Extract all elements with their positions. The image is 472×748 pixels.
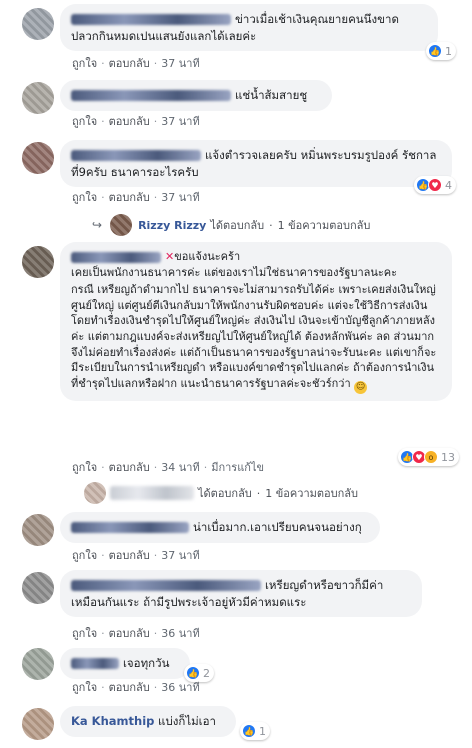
like-link[interactable]: ถูกใจ [72,115,97,128]
timestamp[interactable]: 37 นาที [161,115,199,128]
reply-link[interactable]: ตอบกลับ [109,549,150,562]
comment-actions: ถูกใจ · ตอบกลับ · 36 นาที [72,681,200,694]
commenter-name-blurred[interactable] [71,90,231,101]
x-mark-icon: ✕ [165,250,175,263]
timestamp[interactable]: 37 นาที [161,191,199,204]
avatar[interactable] [22,708,54,740]
comment-text: น่าเบื่อมาก.เอาเปรียบคนจนอย่างกุ [193,520,362,534]
reply-avatar [84,482,106,504]
comment-bubble: แช่น้ำส้มสายชู [60,80,332,111]
reply-arrow-icon: ↪ [92,218,103,232]
reply-link[interactable]: ตอบกลับ [109,191,150,204]
avatar[interactable] [22,246,54,278]
love-reaction-icon: ♥ [428,178,442,192]
reaction-count: 13 [441,450,455,464]
timestamp[interactable]: 36 นาที [161,681,199,694]
reply-avatar [110,214,133,236]
comment-actions: ถูกใจ · ตอบกลับ · 37 นาที [72,191,200,204]
reply-author-name-blurred[interactable] [110,486,194,500]
like-link[interactable]: ถูกใจ [72,57,97,70]
commenter-name[interactable]: Ka Khamthip [71,714,154,728]
comment-bubble: เจอทุกวัน [60,648,190,679]
comment-actions: ถูกใจ · ตอบกลับ · 37 นาที [72,57,200,70]
comment-bubble: Ka Khamthip แบ่งก็ไม่เอา [60,706,236,737]
reply-link[interactable]: ตอบกลับ [109,681,150,694]
edited-label[interactable]: มีการแก้ไข [211,461,264,474]
commenter-name-blurred[interactable] [71,658,119,669]
like-reaction-icon: 👍 [428,44,442,58]
comment-text-body: กรณี เหรียญถ้าดำมากไป ธนาคารจะไม่สามารถร… [71,283,437,390]
reply-count: 1 ข้อความตอบกลับ [265,487,358,500]
comment-bubble: ✕ขอแจ้งนะคร้า เคยเป็นพนักงานธนาคารค่ะ แต… [60,242,452,401]
timestamp[interactable]: 37 นาที [161,57,199,70]
wow-reaction-icon: o [424,450,438,464]
reaction-count: 2 [203,666,210,680]
avatar[interactable] [22,514,54,546]
commenter-name-blurred[interactable] [71,14,231,25]
reaction-summary[interactable]: 👍 ♥ 4 [414,176,456,194]
reaction-count: 1 [445,44,452,58]
commenter-name-blurred[interactable] [71,580,261,591]
reply-author-name[interactable]: Rizzy Rizzy [138,219,206,232]
comment-bubble: แจ้งตำรวจเลยครับ หมิ่นพระบรมรูปองค์ รัชก… [60,140,452,188]
avatar[interactable] [22,648,54,680]
comment-text: แช่น้ำส้มสายชู [235,88,308,102]
avatar[interactable] [22,82,54,114]
comment-bubble: น่าเบื่อมาก.เอาเปรียบคนจนอย่างกุ [60,512,380,543]
view-replies-link[interactable]: ได้ตอบกลับ · 1 ข้อความตอบกลับ [84,482,358,504]
reaction-summary[interactable]: 👍 1 [426,42,456,60]
comment-bubble: ข่าวเมื่อเช้าเงินคุณยายคนนึงขาด ปลวกกินห… [60,4,438,52]
reply-link[interactable]: ตอบกลับ [109,115,150,128]
smile-emoji-icon: ☺ [354,380,368,394]
reaction-count: 4 [445,178,452,192]
commenter-name-blurred[interactable] [71,522,189,533]
comment-badge-text: ขอแจ้งนะคร้า [174,250,241,263]
comment-text: เคยเป็นพนักงานธนาคารค่ะ แต่ของเราไม่ใช่ธ… [71,265,398,279]
comment-actions: ถูกใจ · ตอบกลับ · 36 นาที [72,627,200,640]
commenter-name-blurred[interactable] [71,150,201,161]
comment-bubble: เหรียญดำหรือขาวก็มีค่าเหมือนกันแระ ถ้ามี… [60,570,422,618]
like-link[interactable]: ถูกใจ [72,681,97,694]
comment-text: เจอทุกวัน [123,656,170,670]
reply-link[interactable]: ตอบกลับ [109,57,150,70]
avatar[interactable] [22,142,54,174]
like-link[interactable]: ถูกใจ [72,191,97,204]
avatar[interactable] [22,572,54,604]
reaction-count: 1 [259,724,266,738]
comment-text: แบ่งก็ไม่เอา [158,714,216,728]
reply-link[interactable]: ตอบกลับ [109,461,150,474]
like-link[interactable]: ถูกใจ [72,461,97,474]
reaction-summary[interactable]: 👍 ♥ o 13 [398,448,459,466]
timestamp[interactable]: 36 นาที [161,627,199,640]
timestamp[interactable]: 37 นาที [161,549,199,562]
comment-actions: ถูกใจ · ตอบกลับ · 34 นาที · มีการแก้ไข [72,461,265,474]
comment-actions: ถูกใจ · ตอบกลับ · 37 นาที [72,549,200,562]
view-replies-link[interactable]: ↪ Rizzy Rizzy ได้ตอบกลับ · 1 ข้อความตอบก… [92,214,370,236]
reaction-summary[interactable]: 👍 1 [240,722,270,740]
commenter-name-blurred[interactable] [71,251,161,263]
timestamp[interactable]: 34 นาที [161,461,199,474]
comment-actions: ถูกใจ · ตอบกลับ · 37 นาที [72,115,200,128]
like-link[interactable]: ถูกใจ [72,627,97,640]
reply-count: 1 ข้อความตอบกลับ [277,219,371,232]
like-link[interactable]: ถูกใจ [72,549,97,562]
reply-link[interactable]: ตอบกลับ [109,627,150,640]
avatar[interactable] [22,8,54,40]
like-reaction-icon: 👍 [242,724,256,738]
